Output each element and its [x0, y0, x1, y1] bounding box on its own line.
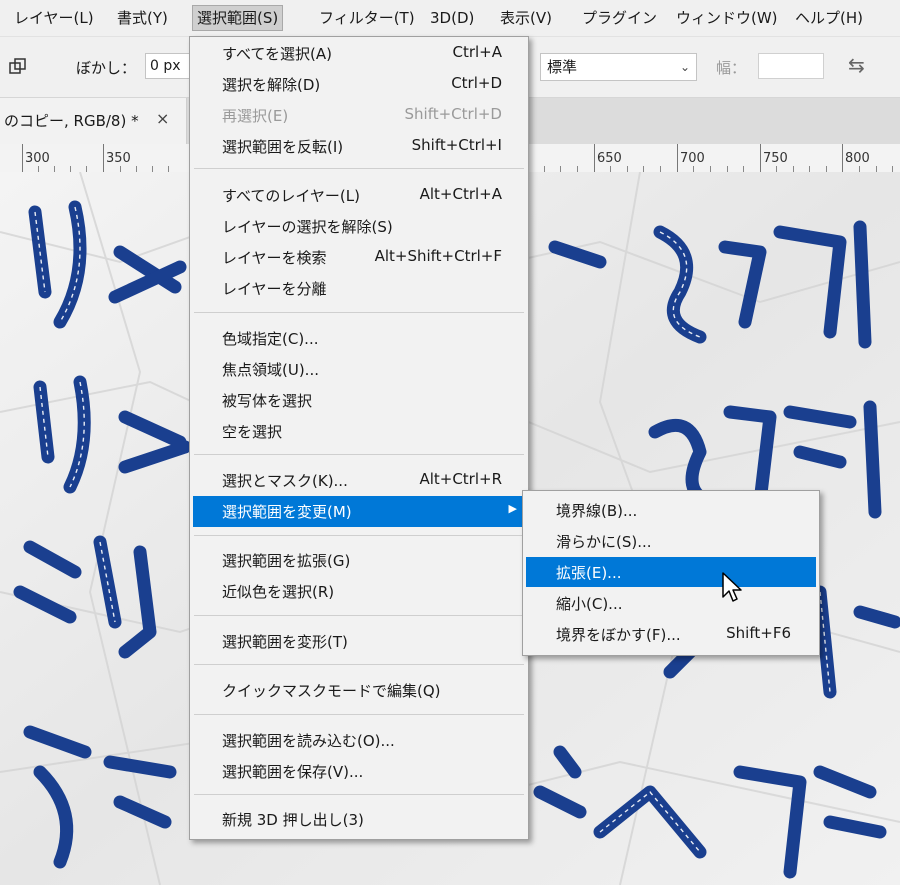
menu-layer[interactable]: レイヤー(L) — [14, 7, 94, 29]
submenu-item-smooth[interactable]: 滑らかに(S)... — [523, 526, 819, 556]
ruler-label: 300 — [25, 151, 50, 166]
menu-plugins[interactable]: プラグイン — [582, 7, 657, 29]
ruler-major-tick — [103, 144, 104, 172]
ruler-label: 700 — [680, 151, 705, 166]
style-select-value: 標準 — [547, 58, 578, 76]
menu-item-select-all[interactable]: すべてを選択(A) Ctrl+A — [190, 38, 528, 69]
menu-window[interactable]: ウィンドウ(W) — [676, 7, 778, 29]
ruler-label: 650 — [597, 151, 622, 166]
menu-help[interactable]: ヘルプ(H) — [795, 7, 863, 29]
menu-item-load-selection[interactable]: 選択範囲を読み込む(O)... — [190, 725, 528, 756]
menu-item-select-sky[interactable]: 空を選択 — [190, 416, 528, 447]
menu-item-deselect[interactable]: 選択を解除(D) Ctrl+D — [190, 69, 528, 100]
ruler-major-tick — [22, 144, 23, 172]
menu-item-modify[interactable]: 選択範囲を変更(M) ▶ — [193, 496, 525, 527]
menu-separator — [194, 312, 524, 313]
submenu-item-expand[interactable]: 拡張(E)... — [526, 557, 816, 587]
document-tab-title: のコピー, RGB/8) * — [4, 112, 139, 130]
menu-bar: レイヤー(L) 書式(Y) 選択範囲(S) フィルター(T) 3D(D) 表示(… — [0, 0, 900, 37]
width-label: 幅： — [716, 59, 747, 77]
swap-icon[interactable]: ⇆ — [848, 53, 865, 77]
submenu-arrow-icon: ▶ — [508, 502, 517, 515]
menu-separator — [194, 168, 524, 169]
ruler-major-tick — [677, 144, 678, 172]
menu-filter[interactable]: フィルター(T) — [319, 7, 415, 29]
menu-item-deselect-layers[interactable]: レイヤーの選択を解除(S) — [190, 211, 528, 242]
menu-type[interactable]: 書式(Y) — [117, 7, 168, 29]
menu-item-select-subject[interactable]: 被写体を選択 — [190, 385, 528, 416]
chevron-down-icon: ⌄ — [679, 60, 690, 74]
menu-item-focus-area[interactable]: 焦点領域(U)... — [190, 354, 528, 385]
submenu-item-contract[interactable]: 縮小(C)... — [523, 588, 819, 618]
width-input[interactable] — [758, 53, 824, 79]
menu-3d[interactable]: 3D(D) — [430, 7, 474, 29]
ruler-major-tick — [842, 144, 843, 172]
close-icon[interactable]: × — [156, 109, 169, 128]
feather-input[interactable]: 0 px — [145, 53, 190, 79]
menu-separator — [194, 664, 524, 665]
select-menu-dropdown: すべてを選択(A) Ctrl+A 選択を解除(D) Ctrl+D 再選択(E) … — [189, 36, 529, 840]
selection-mode-icon[interactable] — [8, 57, 28, 77]
menu-item-similar[interactable]: 近似色を選択(R) — [190, 576, 528, 607]
menu-item-new-3d-extrusion[interactable]: 新規 3D 押し出し(3) — [190, 804, 528, 835]
style-select[interactable]: 標準 ⌄ — [540, 53, 697, 81]
document-tab[interactable]: のコピー, RGB/8) * × — [0, 98, 187, 144]
menu-separator — [194, 535, 524, 536]
menu-separator — [194, 454, 524, 455]
menu-item-find-layers[interactable]: レイヤーを検索 Alt+Shift+Ctrl+F — [190, 242, 528, 273]
menu-view[interactable]: 表示(V) — [500, 7, 552, 29]
modify-submenu: 境界線(B)... 滑らかに(S)... 拡張(E)... 縮小(C)... 境… — [522, 490, 820, 656]
menu-separator — [194, 714, 524, 715]
submenu-item-border[interactable]: 境界線(B)... — [523, 495, 819, 525]
menu-item-quick-mask[interactable]: クイックマスクモードで編集(Q) — [190, 675, 528, 706]
ruler-label: 800 — [845, 151, 870, 166]
menu-separator — [194, 794, 524, 795]
menu-item-color-range[interactable]: 色域指定(C)... — [190, 323, 528, 354]
feather-label: ぼかし： — [76, 59, 137, 77]
menu-separator — [194, 615, 524, 616]
menu-item-reselect: 再選択(E) Shift+Ctrl+D — [222, 105, 502, 125]
submenu-item-feather[interactable]: 境界をぼかす(F)... Shift+F6 — [523, 619, 819, 649]
menu-item-inverse[interactable]: 選択範囲を反転(I) Shift+Ctrl+I — [190, 131, 528, 162]
ruler-label: 750 — [763, 151, 788, 166]
ruler-major-tick — [594, 144, 595, 172]
menu-item-save-selection[interactable]: 選択範囲を保存(V)... — [190, 756, 528, 787]
menu-item-grow[interactable]: 選択範囲を拡張(G) — [190, 545, 528, 576]
menu-item-all-layers[interactable]: すべてのレイヤー(L) Alt+Ctrl+A — [190, 180, 528, 211]
ruler-label: 350 — [106, 151, 131, 166]
mouse-cursor-icon — [722, 572, 742, 602]
menu-item-select-and-mask[interactable]: 選択とマスク(K)... Alt+Ctrl+R — [190, 465, 528, 496]
menu-item-isolate-layers[interactable]: レイヤーを分離 — [190, 273, 528, 304]
menu-item-transform-selection[interactable]: 選択範囲を変形(T) — [190, 626, 528, 657]
menu-select[interactable]: 選択範囲(S) — [192, 5, 284, 31]
ruler-major-tick — [760, 144, 761, 172]
